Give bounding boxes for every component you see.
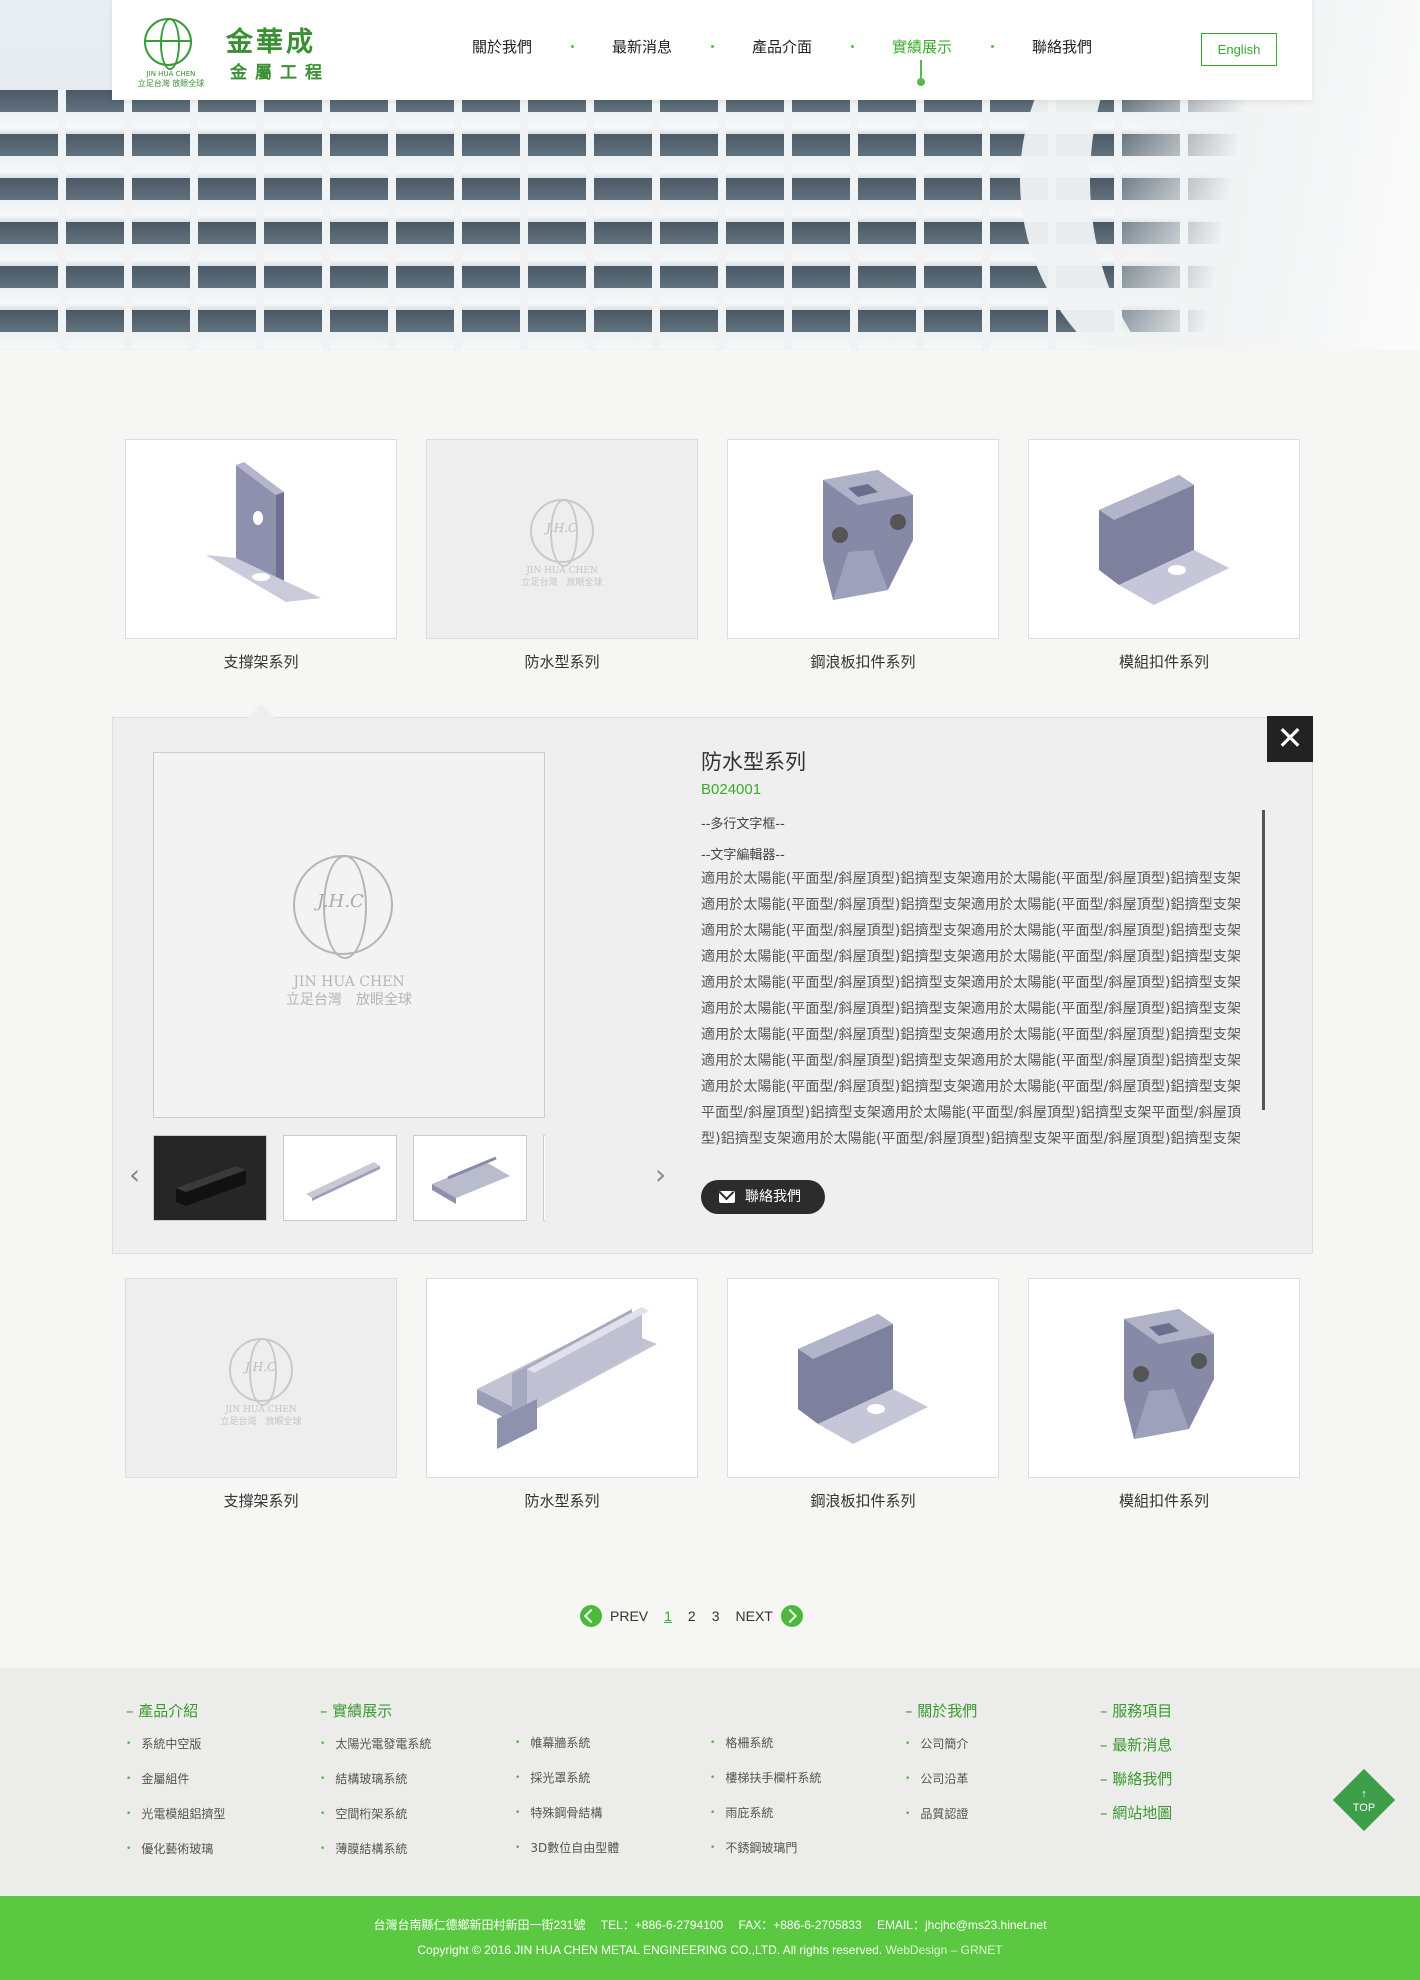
thumbnail-strip xyxy=(153,1135,545,1221)
product-card[interactable]: 支撐架系列 xyxy=(125,439,397,672)
footer: 產品介紹 系統中空版 金屬組件 光電模組鋁擠型 優化藝術玻璃 實績展示 太陽光電… xyxy=(0,1668,1420,1896)
page-link-3[interactable]: 3 xyxy=(712,1608,720,1624)
webdesign-link[interactable]: WebDesign – GRNET xyxy=(882,1943,1002,1957)
next-link[interactable]: NEXT xyxy=(736,1608,773,1624)
company-contact-info: 台灣台南縣仁德鄉新田村新田一街231號 TEL：+886-6-2794100 F… xyxy=(373,1918,1047,1932)
back-to-top-label[interactable]: ↑ TOP xyxy=(1332,1778,1396,1824)
clamp-part-image xyxy=(1124,1309,1214,1439)
menu-item-news[interactable]: 最新消息 xyxy=(572,36,714,57)
menu-item-contact[interactable]: 聯絡我們 xyxy=(992,36,1132,57)
product-image[interactable] xyxy=(426,1278,698,1478)
menu-item-products[interactable]: 產品介面 xyxy=(712,36,854,57)
module-clamp-part-image xyxy=(798,1314,928,1444)
thumbnail[interactable] xyxy=(413,1135,527,1221)
footer-col-projects-3: 格柵系統 樓梯扶手欄杆系統 雨庇系統 不銹鋼玻璃門 xyxy=(710,1734,821,1874)
menu-item-projects[interactable]: 實績展示 xyxy=(852,36,994,86)
copyright: Copyright © 2016 JIN HUA CHEN METAL ENGI… xyxy=(417,1943,1003,1957)
module-clamp-part-image xyxy=(1099,475,1229,605)
prev-arrow-icon[interactable] xyxy=(580,1605,602,1627)
product-image[interactable] xyxy=(1028,439,1300,639)
main-menu: 關於我們 最新消息 產品介面 實績展示 聯絡我們 xyxy=(432,36,1132,86)
detail-code: B024001 xyxy=(701,781,762,798)
description-scrollbar[interactable] xyxy=(1262,810,1265,1110)
active-indicator xyxy=(917,60,925,86)
product-image-placeholder[interactable]: JIN HUA CHEN立足台灣 放眼全球 xyxy=(125,1278,397,1478)
rail-part-image xyxy=(477,1307,657,1449)
jhc-logo-watermark-icon xyxy=(229,1338,293,1406)
product-card[interactable]: 防水型系列 xyxy=(426,1278,698,1511)
product-card[interactable]: 模組扣件系列 xyxy=(1028,439,1300,672)
header-nav: 金華成 金屬工程 JIN HUA CHEN 立足台灣 放眼全球 關於我們 最新消… xyxy=(112,0,1312,100)
footer-col-projects: 實績展示 太陽光電發電系統 結構玻璃系統 空間桁架系統 薄膜結構系統 xyxy=(320,1700,431,1875)
detail-main-image: JIN HUA CHEN立足台灣 放眼全球 xyxy=(153,752,545,1118)
product-card[interactable]: JIN HUA CHEN立足台灣 放眼全球 支撐架系列 xyxy=(125,1278,397,1511)
thumbnail[interactable] xyxy=(543,1135,545,1221)
prev-link[interactable]: PREV xyxy=(610,1608,648,1624)
logo[interactable]: 金華成 金屬工程 JIN HUA CHEN 立足台灣 放眼全球 xyxy=(126,14,356,88)
mail-icon xyxy=(719,1191,735,1203)
english-button[interactable]: English xyxy=(1201,33,1277,66)
product-image[interactable] xyxy=(727,439,999,639)
bracket-part-image xyxy=(206,462,321,602)
product-image-placeholder[interactable]: JIN HUA CHEN立足台灣 放眼全球 xyxy=(426,439,698,639)
footer-col-projects-2: 帷幕牆系統 採光罩系統 特殊鋼骨結構 3D數位自由型體 xyxy=(515,1734,619,1874)
footer-col-links: 服務項目 最新消息 聯絡我們 網站地圖 xyxy=(1100,1700,1172,1836)
menu-item-about[interactable]: 關於我們 xyxy=(432,36,574,57)
thumb-prev-arrow-icon[interactable]: ‹ xyxy=(129,1158,140,1191)
footer-col-products: 產品介紹 系統中空版 金屬組件 光電模組鋁擠型 優化藝術玻璃 xyxy=(126,1700,225,1875)
jhc-logo-watermark-icon xyxy=(293,855,393,959)
detail-description[interactable]: 適用於太陽能(平面型/斜屋頂型)鋁擠型支架適用於太陽能(平面型/斜屋頂型)鋁擠型… xyxy=(701,866,1241,1156)
product-card[interactable]: JIN HUA CHEN立足台灣 放眼全球 防水型系列 xyxy=(426,439,698,672)
thumbnail[interactable] xyxy=(153,1135,267,1221)
globe-icon xyxy=(144,18,192,70)
arrow-up-icon: ↑ xyxy=(1361,1788,1367,1800)
product-grid-bottom: JIN HUA CHEN立足台灣 放眼全球 支撐架系列 防水型系列 xyxy=(125,1278,1300,1511)
jhc-logo-watermark-icon xyxy=(530,499,594,567)
contact-us-button[interactable]: 聯絡我們 xyxy=(701,1180,825,1214)
product-card[interactable]: 鋼浪板扣件系列 xyxy=(727,439,999,672)
detail-title: 防水型系列 xyxy=(701,750,806,774)
next-arrow-icon[interactable] xyxy=(780,1605,803,1627)
footer-bottom-bar: 台灣台南縣仁德鄉新田村新田一街231號 TEL：+886-6-2794100 F… xyxy=(0,1896,1420,1980)
product-card[interactable]: 鋼浪板扣件系列 xyxy=(727,1278,999,1511)
thumbnail[interactable] xyxy=(283,1135,397,1221)
product-grid-top: 支撐架系列 JIN HUA CHEN立足台灣 放眼全球 防水型系列 鋼浪板扣件系… xyxy=(125,439,1300,672)
thumb-next-arrow-icon[interactable]: › xyxy=(655,1158,666,1191)
product-detail-panel: JIN HUA CHEN立足台灣 放眼全球 ‹ › 防水型系列 B024001 … xyxy=(112,704,1313,1254)
clamp-part-image xyxy=(823,470,913,600)
pagination: PREV 1 2 3 NEXT xyxy=(580,1605,803,1627)
product-card[interactable]: 模組扣件系列 xyxy=(1028,1278,1300,1511)
detail-editor-label: --文字編輯器-- xyxy=(701,848,785,863)
footer-col-about: 關於我們 公司簡介 公司沿革 品質認證 xyxy=(905,1700,977,1840)
product-image[interactable] xyxy=(727,1278,999,1478)
product-image[interactable] xyxy=(1028,1278,1300,1478)
page-link-1[interactable]: 1 xyxy=(664,1608,672,1624)
detail-multiline-label: --多行文字框-- xyxy=(701,817,785,832)
close-button[interactable]: ✕ xyxy=(1267,716,1313,762)
page-link-2[interactable]: 2 xyxy=(688,1608,696,1624)
product-image[interactable] xyxy=(125,439,397,639)
